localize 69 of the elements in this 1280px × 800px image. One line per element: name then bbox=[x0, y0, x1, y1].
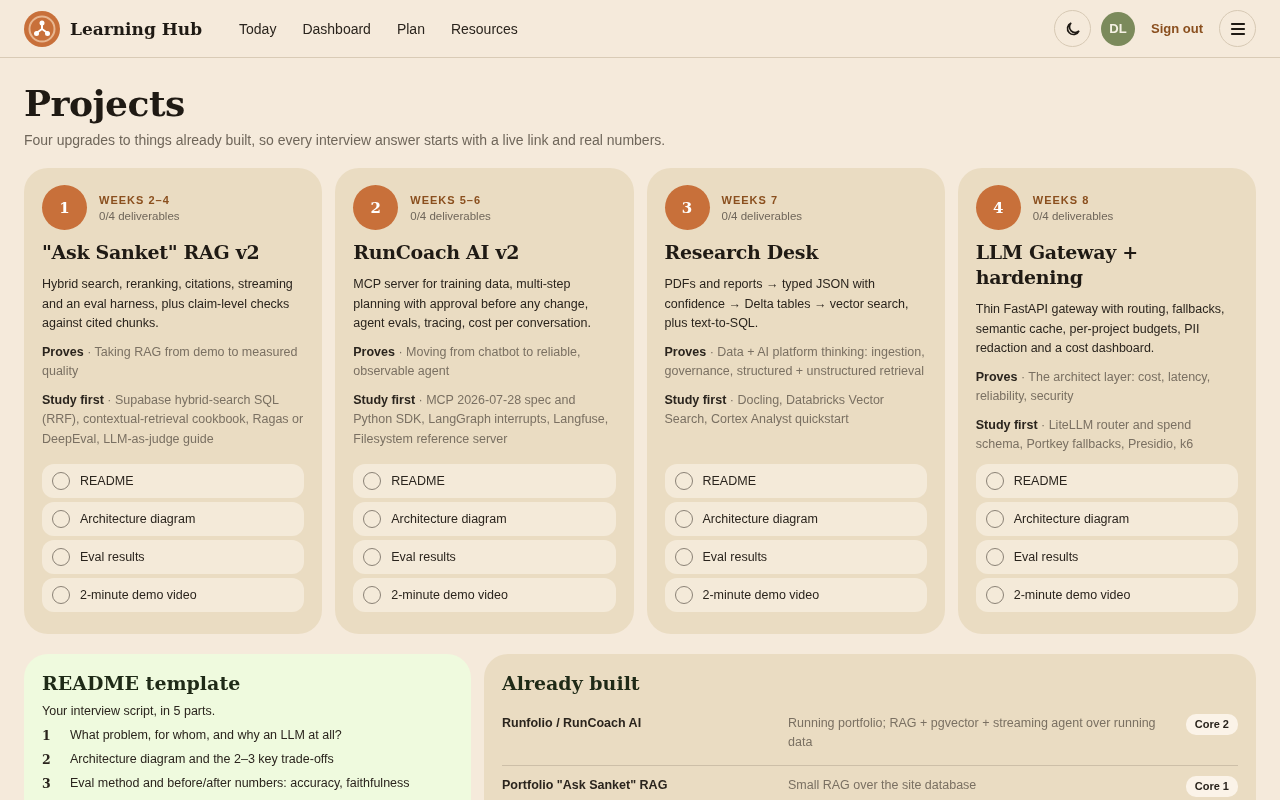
step-text: Eval method and before/after numbers: accuracy, faithfulness bbox=[70, 775, 410, 791]
project-number: 3 bbox=[664, 185, 710, 230]
project-number: 1 bbox=[42, 185, 87, 230]
study-text: Study first · Supabase hybrid-search SQL (RRF), contextual-retrieval cookbook, Ragas or DeepEval, LLM-as-judge guide bbox=[42, 391, 305, 448]
brand-name[interactable]: Learning Hub bbox=[70, 18, 203, 39]
deliverable-checkbox[interactable]: 2-minute demo video bbox=[353, 577, 616, 612]
study-text: Study first · MCP 2026-07-28 spec and Python SDK, LangGraph interrupts, Langfuse, Filesystem reference server bbox=[353, 391, 610, 448]
deliverable-checkbox[interactable]: Architecture diagram bbox=[975, 501, 1238, 536]
menu-icon bbox=[1229, 21, 1246, 36]
step-text: What problem, for whom, and why an LLM at all? bbox=[70, 727, 342, 743]
page-title: Projects bbox=[24, 82, 186, 124]
step-number: 3 bbox=[42, 775, 50, 791]
core-badge: Core 2 bbox=[1185, 713, 1238, 735]
nav-link[interactable]: Plan bbox=[383, 14, 438, 43]
deliverable-checkbox[interactable]: README bbox=[353, 463, 616, 498]
panel-title: Already built bbox=[502, 671, 641, 694]
project-number: 4 bbox=[975, 185, 1021, 230]
step-number: 2 bbox=[42, 751, 50, 767]
deliverable-checkbox[interactable]: README bbox=[42, 463, 305, 498]
deliverable-checkbox[interactable]: Architecture diagram bbox=[664, 501, 927, 536]
project-description: Hybrid search, reranking, citations, streaming and an eval harness, plus claim-level checks against cited chunks. bbox=[42, 276, 294, 332]
panel-title: README template bbox=[42, 671, 242, 694]
project-name: Runfolio / RunCoach AI bbox=[502, 714, 643, 732]
project-title: "Ask Sanket" RAG v2 bbox=[42, 240, 261, 265]
weeks-label: WEEKS 8 bbox=[1032, 193, 1091, 206]
project-description: MCP server for training data, multi-step planning with approval before any change, agent evals, tracing, cost per conversation. bbox=[353, 276, 592, 332]
deliverable-checkbox[interactable]: Eval results bbox=[975, 539, 1238, 574]
project-title: LLM Gateway + hardening bbox=[975, 240, 1139, 290]
project-description: Thin FastAPI gateway with routing, fallbacks, semantic cache, per-project budgets, PII redaction and a cost dashboard. bbox=[975, 301, 1226, 357]
weeks-label: WEEKS 7 bbox=[721, 193, 779, 206]
logo-icon bbox=[24, 10, 60, 47]
deliverable-checkbox[interactable]: Eval results bbox=[353, 539, 616, 574]
core-badge: Core 1 bbox=[1185, 775, 1238, 797]
step-number: 1 bbox=[42, 727, 50, 743]
deliverable-checkbox[interactable]: 2-minute demo video bbox=[42, 577, 305, 612]
deliverable-checkbox[interactable]: 2-minute demo video bbox=[664, 577, 927, 612]
proves-text: Proves · Data + AI platform thinking: ingestion, governance, structured + unstructured retrieval bbox=[664, 343, 926, 380]
deliverable-checkbox[interactable]: README bbox=[664, 463, 927, 498]
nav-link[interactable]: Today bbox=[226, 14, 290, 43]
weeks-label: WEEKS 5–6 bbox=[410, 193, 482, 206]
project-description: PDFs and reports → typed JSON with confidence → Delta tables → vector search, plus text-to-SQL. bbox=[664, 276, 910, 332]
proves-text: Proves · Moving from chatbot to reliable, observable agent bbox=[353, 343, 582, 380]
deliverable-checkbox[interactable]: Architecture diagram bbox=[353, 501, 616, 536]
project-title: RunCoach AI v2 bbox=[353, 240, 521, 265]
deliverable-checkbox[interactable]: Architecture diagram bbox=[42, 501, 305, 536]
project-title: Research Desk bbox=[664, 240, 820, 265]
page-subtitle: Four upgrades to things already built, so every interview answer starts with a live link and real numbers. bbox=[24, 132, 667, 148]
project-summary: Small RAG over the site database bbox=[788, 776, 978, 794]
weeks-label: WEEKS 2–4 bbox=[99, 193, 171, 206]
nav-link[interactable]: Resources bbox=[437, 14, 531, 43]
project-summary: Running portfolio; RAG + pgvector + streaming agent over running data bbox=[788, 714, 1157, 751]
proves-text: Proves · Taking RAG from demo to measured quality bbox=[42, 343, 299, 380]
nav-link[interactable]: Dashboard bbox=[289, 14, 384, 43]
proves-text: Proves · The architect layer: cost, latency, reliability, security bbox=[975, 368, 1212, 405]
study-text: Study first · Docling, Databricks Vector Search, Cortex Analyst quickstart bbox=[664, 391, 885, 428]
deliverable-checkbox[interactable]: 2-minute demo video bbox=[975, 577, 1238, 612]
progress-text: 0/4 deliverables bbox=[99, 209, 180, 222]
step-text: Architecture diagram and the 2–3 key trade-offs bbox=[70, 751, 334, 767]
sign-out-link[interactable]: Sign out bbox=[1145, 17, 1209, 40]
project-number: 2 bbox=[353, 185, 399, 230]
project-name: Portfolio "Ask Sanket" RAG bbox=[502, 776, 669, 794]
deliverable-checkbox[interactable]: README bbox=[975, 463, 1238, 498]
progress-text: 0/4 deliverables bbox=[410, 209, 491, 222]
panel-intro: Your interview script, in 5 parts. bbox=[42, 703, 217, 718]
progress-text: 0/4 deliverables bbox=[1032, 209, 1114, 222]
study-text: Study first · LiteLLM router and spend schema, Portkey fallbacks, Presidio, k6 bbox=[975, 416, 1195, 453]
progress-text: 0/4 deliverables bbox=[721, 209, 803, 222]
deliverable-checkbox[interactable]: Eval results bbox=[664, 539, 927, 574]
deliverable-checkbox[interactable]: Eval results bbox=[42, 539, 305, 574]
